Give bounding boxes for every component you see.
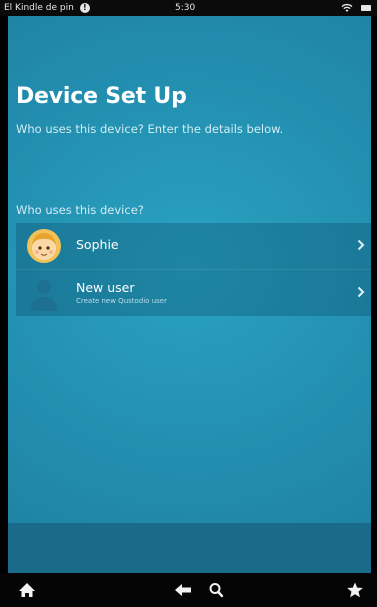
user-row-new-user[interactable]: New user Create new Qustodio user bbox=[16, 270, 371, 316]
chevron-right-icon bbox=[357, 239, 365, 251]
user-name: New user bbox=[76, 280, 135, 295]
chevron-right-icon bbox=[357, 286, 365, 298]
info-icon: ! bbox=[79, 3, 90, 13]
section-label: Who uses this device? bbox=[16, 203, 144, 217]
search-icon[interactable] bbox=[208, 582, 226, 598]
default-user-avatar bbox=[31, 280, 57, 311]
user-row-sophie[interactable]: Sophie bbox=[16, 223, 371, 269]
page-subtitle: Who uses this device? Enter the details … bbox=[16, 122, 284, 136]
status-left: El Kindle de pin ! bbox=[4, 3, 90, 13]
status-right bbox=[341, 3, 371, 13]
sophie-avatar bbox=[27, 229, 61, 263]
favorites-star-icon[interactable] bbox=[346, 582, 364, 598]
status-time: 5:30 bbox=[175, 3, 196, 13]
battery-icon bbox=[361, 5, 371, 11]
user-name: Sophie bbox=[76, 237, 119, 252]
page-title: Device Set Up bbox=[16, 84, 187, 109]
back-arrow-icon[interactable] bbox=[174, 582, 192, 598]
navigation-bar bbox=[0, 573, 377, 607]
wifi-icon bbox=[341, 4, 353, 12]
status-bar: El Kindle de pin ! 5:30 bbox=[0, 0, 377, 16]
footer-band bbox=[8, 523, 371, 573]
carrier-label: El Kindle de pin bbox=[4, 3, 74, 13]
user-list: Sophie New user Create new Qustodio user bbox=[16, 223, 371, 316]
home-icon[interactable] bbox=[18, 582, 36, 598]
app-screen: Device Set Up Who uses this device? Ente… bbox=[8, 16, 371, 573]
user-description: Create new Qustodio user bbox=[76, 297, 167, 305]
